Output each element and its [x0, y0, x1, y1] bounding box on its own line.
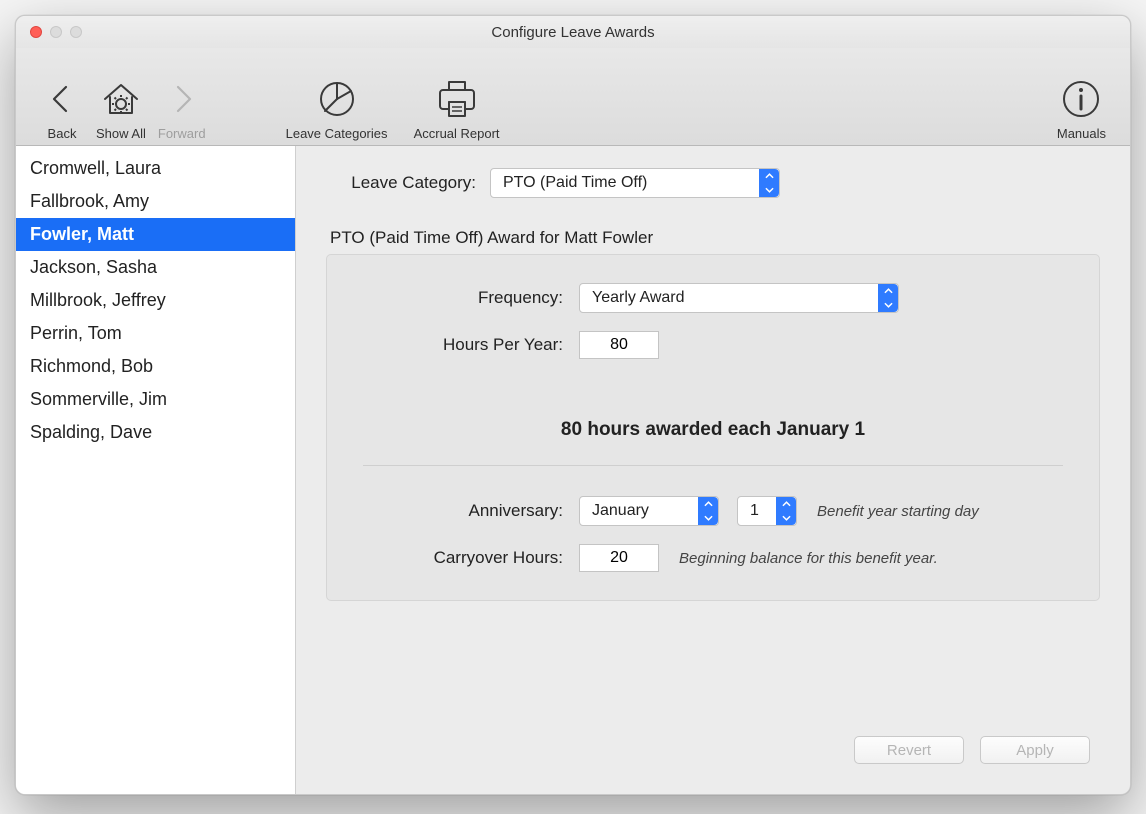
content: Cromwell, Laura Fallbrook, Amy Fowler, M…: [16, 146, 1130, 794]
frequency-select[interactable]: Yearly Award: [579, 283, 899, 313]
revert-button[interactable]: Revert: [854, 736, 964, 764]
forward-button: Forward: [152, 74, 212, 141]
forward-icon: [168, 74, 196, 124]
window-title: Configure Leave Awards: [16, 24, 1130, 41]
divider: [363, 465, 1063, 466]
main-panel: Leave Category: PTO (Paid Time Off) PTO …: [296, 146, 1130, 794]
hours-per-year-label: Hours Per Year:: [363, 335, 563, 355]
back-icon: [48, 74, 76, 124]
award-panel: Frequency: Yearly Award Hours Per Year: …: [326, 254, 1100, 601]
award-summary: 80 hours awarded each January 1: [363, 419, 1063, 441]
carryover-label: Carryover Hours:: [363, 548, 563, 568]
accrual-report-button[interactable]: Accrual Report: [402, 74, 512, 141]
house-gear-icon: [99, 74, 143, 124]
panel-title: PTO (Paid Time Off) Award for Matt Fowle…: [330, 228, 1100, 248]
sidebar-item[interactable]: Sommerville, Jim: [16, 383, 295, 416]
sidebar-item[interactable]: Perrin, Tom: [16, 317, 295, 350]
carryover-hint: Beginning balance for this benefit year.: [679, 550, 938, 567]
show-all-button[interactable]: Show All: [90, 74, 152, 141]
titlebar: Configure Leave Awards: [16, 16, 1130, 48]
maximize-icon[interactable]: [70, 26, 82, 38]
minimize-icon[interactable]: [50, 26, 62, 38]
sidebar-item[interactable]: Millbrook, Jeffrey: [16, 284, 295, 317]
window: Configure Leave Awards Back: [15, 15, 1131, 795]
sidebar-item-selected[interactable]: Fowler, Matt: [16, 218, 295, 251]
anniversary-day-select[interactable]: 1: [737, 496, 797, 526]
toolbar: Back Show All: [16, 48, 1130, 146]
close-icon[interactable]: [30, 26, 42, 38]
anniversary-month-select[interactable]: January: [579, 496, 719, 526]
leave-categories-button[interactable]: Leave Categories: [272, 74, 402, 141]
sidebar-item[interactable]: Jackson, Sasha: [16, 251, 295, 284]
window-controls: [16, 26, 82, 38]
pie-chart-icon: [316, 74, 358, 124]
manuals-button[interactable]: Manuals: [1051, 74, 1112, 141]
anniversary-hint: Benefit year starting day: [817, 503, 979, 520]
chevron-up-down-icon: [698, 497, 718, 525]
frequency-label: Frequency:: [363, 288, 563, 308]
hours-per-year-input[interactable]: [579, 331, 659, 359]
chevron-up-down-icon: [759, 169, 779, 197]
chevron-up-down-icon: [776, 497, 796, 525]
apply-button[interactable]: Apply: [980, 736, 1090, 764]
carryover-input[interactable]: [579, 544, 659, 572]
footer: Revert Apply: [326, 724, 1100, 772]
sidebar-item[interactable]: Richmond, Bob: [16, 350, 295, 383]
sidebar-item[interactable]: Cromwell, Laura: [16, 152, 295, 185]
employee-list[interactable]: Cromwell, Laura Fallbrook, Amy Fowler, M…: [16, 146, 296, 794]
back-button[interactable]: Back: [34, 74, 90, 141]
leave-category-select[interactable]: PTO (Paid Time Off): [490, 168, 780, 198]
sidebar-item[interactable]: Spalding, Dave: [16, 416, 295, 449]
anniversary-label: Anniversary:: [363, 501, 563, 521]
sidebar-item[interactable]: Fallbrook, Amy: [16, 185, 295, 218]
chevron-up-down-icon: [878, 284, 898, 312]
info-icon: [1060, 74, 1102, 124]
leave-category-label: Leave Category:: [326, 173, 476, 193]
printer-icon: [435, 74, 479, 124]
